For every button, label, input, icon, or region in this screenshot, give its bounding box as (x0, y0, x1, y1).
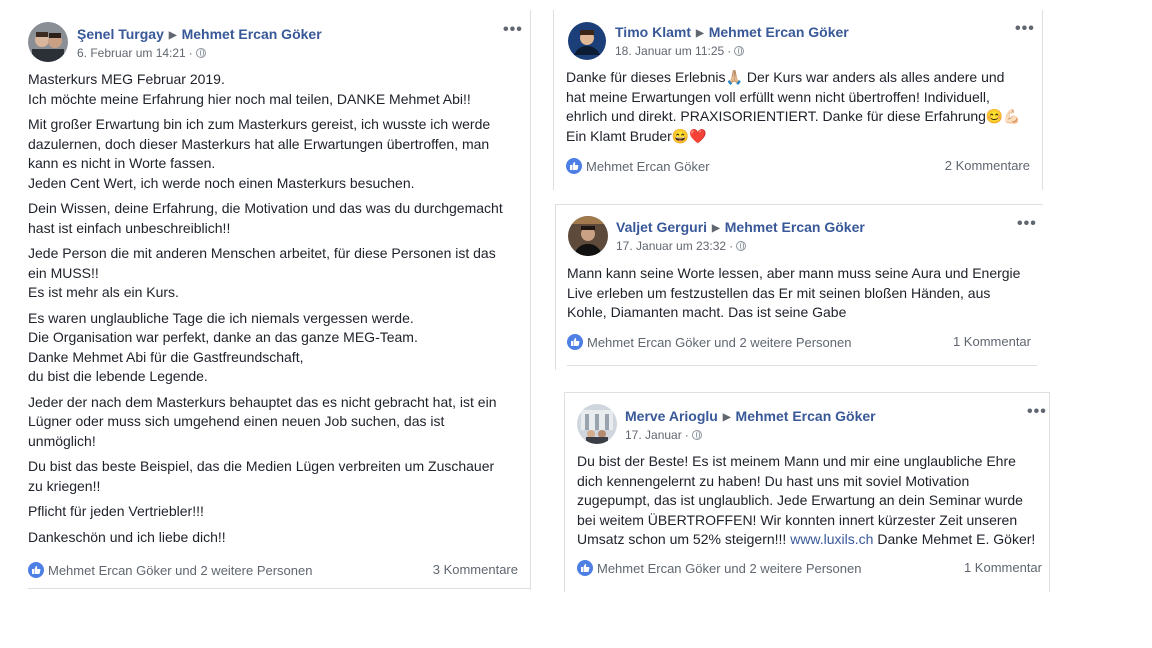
comments-count[interactable]: 2 Kommentare (945, 158, 1030, 173)
post-card-merve: Merve Arioglu ▶ Mehmet Ercan Göker 17. Jan… (564, 392, 1050, 592)
reactions-text: Mehmet Ercan Göker und 2 weitere Persone… (597, 561, 862, 576)
post-paragraph-end: Danke Mehmet E. Göker! (873, 531, 1036, 547)
reactions-summary[interactable]: Mehmet Ercan Göker (566, 158, 710, 174)
post-paragraph: Dankeschön und ich liebe dich!! (28, 528, 226, 545)
website-link[interactable]: www.luxils.ch (790, 531, 873, 547)
post-paragraph: Pflicht für jeden Vertriebler!!! (28, 503, 204, 519)
target-page-name[interactable]: Mehmet Ercan Göker (736, 408, 876, 424)
author-name[interactable]: Valjet Gerguri (616, 219, 707, 235)
more-options-icon[interactable]: ••• (503, 21, 523, 39)
globe-icon (691, 430, 702, 440)
author-avatar[interactable] (577, 404, 617, 444)
author-avatar[interactable] (567, 21, 607, 61)
post-paragraph: Dein Wissen, deine Erfahrung, die Motiva… (28, 200, 503, 236)
author-name[interactable]: Timo Klamt (615, 24, 691, 40)
post-paragraph: Jeder der nach dem Masterkurs behauptet … (28, 393, 497, 449)
like-icon (566, 158, 582, 174)
more-options-icon[interactable]: ••• (1027, 403, 1047, 421)
post-body: Du bist der Beste! Es ist meinem Mann un… (577, 452, 1047, 550)
arrow-right-icon: ▶ (722, 412, 731, 423)
reactions-text: Mehmet Ercan Göker und 2 weitere Persone… (48, 563, 313, 578)
post-paragraph: Jede Person die mit anderen Menschen arb… (28, 245, 496, 300)
author-name[interactable]: Merve Arioglu (625, 408, 718, 424)
target-page-name[interactable]: Mehmet Ercan Göker (182, 26, 322, 42)
target-page-name[interactable]: Mehmet Ercan Göker (725, 219, 865, 235)
reactions-text: Mehmet Ercan Göker und 2 weitere Persone… (587, 335, 852, 350)
comments-count[interactable]: 1 Kommentar (964, 560, 1042, 575)
post-paragraph: Mit großer Erwartung bin ich zum Masterk… (28, 116, 491, 191)
post-date[interactable]: 17. Januar (625, 428, 682, 442)
reactions-summary[interactable]: Mehmet Ercan Göker und 2 weitere Persone… (577, 560, 861, 576)
post-paragraph: Danke für dieses Erlebnis🙏🏼 Der Kurs war… (566, 69, 1021, 144)
post-card-timo: Timo Klamt ▶ Mehmet Ercan Göker 18. Januar… (553, 10, 1043, 190)
arrow-right-icon: ▶ (712, 223, 720, 234)
post-body: Mann kann seine Worte lessen, aber mann … (567, 264, 1037, 329)
post-paragraph: Es waren unglaubliche Tage die ich niema… (28, 309, 418, 385)
reactions-summary[interactable]: Mehmet Ercan Göker und 2 weitere Persone… (567, 334, 851, 350)
more-options-icon[interactable]: ••• (1017, 215, 1037, 233)
like-icon (28, 562, 44, 578)
post-paragraph: Masterkurs MEG Februar 2019. Ich möchte … (28, 71, 471, 107)
target-page-name[interactable]: Mehmet Ercan Göker (709, 24, 849, 40)
globe-icon (195, 48, 206, 58)
reactions-summary[interactable]: Mehmet Ercan Göker und 2 weitere Persone… (28, 562, 312, 578)
arrow-right-icon: ▶ (168, 30, 177, 41)
comments-count[interactable]: 3 Kommentare (433, 562, 518, 577)
globe-icon (734, 46, 745, 56)
post-paragraph: Du bist das beste Beispiel, das die Medi… (28, 458, 495, 494)
post-date[interactable]: 18. Januar um 11:25 (615, 44, 724, 58)
arrow-right-icon: ▶ (695, 28, 704, 39)
post-card-valjet: Valjet Gerguri ▶ Mehmet Ercan Göker 17. Ja… (555, 204, 1043, 370)
more-options-icon[interactable]: ••• (1015, 20, 1035, 38)
like-icon (577, 560, 593, 576)
post-paragraph: Mann kann seine Worte lessen, aber mann … (567, 265, 1021, 320)
reactions-text: Mehmet Ercan Göker (586, 159, 710, 174)
post-card-senel: Şenel Turgay ▶ Mehmet Ercan Göker 6. Febru… (14, 10, 531, 590)
like-icon (567, 334, 583, 350)
post-date[interactable]: 17. Januar um 23:32 (616, 239, 726, 253)
author-avatar[interactable] (28, 22, 68, 62)
globe-icon (736, 241, 747, 251)
post-date[interactable]: 6. Februar um 14:21 (77, 46, 186, 60)
post-body: Masterkurs MEG Februar 2019. Ich möchte … (28, 70, 523, 553)
comments-count[interactable]: 1 Kommentar (953, 334, 1031, 349)
author-avatar[interactable] (568, 216, 608, 256)
post-body: Danke für dieses Erlebnis🙏🏼 Der Kurs war… (566, 68, 1036, 152)
author-name[interactable]: Şenel Turgay (77, 26, 164, 42)
